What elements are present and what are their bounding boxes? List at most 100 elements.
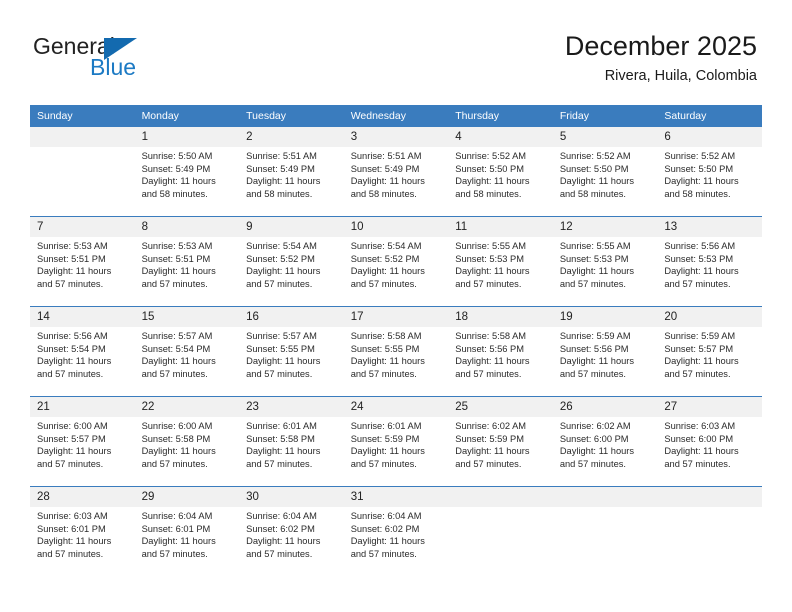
calendar-day-cell[interactable]: 8 Sunrise: 5:53 AM Sunset: 5:51 PM Daylight… xyxy=(134,216,240,307)
sunrise-text: Sunrise: 6:01 AM xyxy=(246,421,317,431)
sunrise-text: Sunrise: 5:54 AM xyxy=(246,241,317,251)
calendar-day-cell[interactable]: 19 Sunrise: 5:59 AM Sunset: 5:56 PM Dayligh… xyxy=(552,306,658,397)
calendar-day-cell[interactable]: 26 Sunrise: 6:02 AM Sunset: 6:00 PM Dayligh… xyxy=(552,396,658,487)
sunrise-text: Sunrise: 6:00 AM xyxy=(37,421,108,431)
daylight-text-cont: and 58 minutes. xyxy=(664,188,731,199)
calendar-day-cell[interactable]: 12 Sunrise: 5:55 AM Sunset: 5:53 PM Dayligh… xyxy=(552,216,658,307)
calendar-day-cell[interactable]: 21 Sunrise: 6:00 AM Sunset: 5:57 PM Dayligh… xyxy=(30,396,135,487)
day-details: Sunrise: 6:04 AM Sunset: 6:01 PM Daylight:… xyxy=(135,507,240,560)
daylight-text: Daylight: 11 hours xyxy=(141,266,216,277)
calendar-day-cell[interactable]: 18 Sunrise: 5:58 AM Sunset: 5:56 PM Dayligh… xyxy=(448,306,553,397)
day-details: Sunrise: 5:58 AM Sunset: 5:56 PM Daylight:… xyxy=(448,327,553,380)
day-number xyxy=(657,487,762,507)
calendar-week-row: 28 Sunrise: 6:03 AM Sunset: 6:01 PM Dayligh… xyxy=(30,486,762,576)
day-details: Sunrise: 6:04 AM Sunset: 6:02 PM Daylight:… xyxy=(344,507,449,560)
sunset-text: Sunset: 6:02 PM xyxy=(246,523,315,534)
calendar-day-cell[interactable]: 27 Sunrise: 6:03 AM Sunset: 6:00 PM Dayligh… xyxy=(657,396,762,487)
sunset-text: Sunset: 5:55 PM xyxy=(246,343,315,354)
sunrise-text: Sunrise: 5:53 AM xyxy=(37,241,108,251)
location-subtitle: Rivera, Huila, Colombia xyxy=(604,68,757,84)
sunrise-text: Sunrise: 6:02 AM xyxy=(559,421,631,431)
calendar-day-cell[interactable]: 20 Sunrise: 5:59 AM Sunset: 5:57 PM Dayligh… xyxy=(657,306,762,397)
day-number: 16 xyxy=(239,307,344,327)
day-details: Sunrise: 6:00 AM Sunset: 5:58 PM Daylight:… xyxy=(135,417,240,470)
daylight-text: Daylight: 11 hours xyxy=(141,356,216,367)
day-details: Sunrise: 6:01 AM Sunset: 5:59 PM Daylight:… xyxy=(344,417,449,470)
day-details: Sunrise: 5:52 AM Sunset: 5:50 PM Daylight:… xyxy=(448,147,553,200)
calendar-day-cell[interactable]: 30 Sunrise: 6:04 AM Sunset: 6:02 PM Dayligh… xyxy=(239,486,344,576)
calendar-day-cell[interactable]: 9 Sunrise: 5:54 AM Sunset: 5:52 PM Daylight… xyxy=(239,216,344,307)
calendar-day-cell[interactable]: 2 Sunrise: 5:51 AM Sunset: 5:49 PM Daylight… xyxy=(239,127,344,217)
daylight-text-cont: and 57 minutes. xyxy=(350,278,417,289)
calendar-grid: Sunday Monday Tuesday Wednesday Thursday… xyxy=(30,105,762,576)
day-details: Sunrise: 6:02 AM Sunset: 5:59 PM Daylight:… xyxy=(448,417,553,470)
calendar-week-row: 21 Sunrise: 6:00 AM Sunset: 5:57 PM Dayligh… xyxy=(30,396,762,487)
day-number: 23 xyxy=(239,397,344,417)
daylight-text: Daylight: 11 hours xyxy=(455,266,530,277)
calendar-day-cell[interactable]: 10 Sunrise: 5:54 AM Sunset: 5:52 PM Dayligh… xyxy=(343,216,449,307)
calendar-day-cell[interactable]: 1 Sunrise: 5:50 AM Sunset: 5:49 PM Daylight… xyxy=(134,127,240,217)
daylight-text-cont: and 58 minutes. xyxy=(141,188,208,199)
weekday-header-friday: Friday xyxy=(552,105,658,127)
daylight-text-cont: and 58 minutes. xyxy=(455,188,522,199)
calendar-day-cell[interactable]: 5 Sunrise: 5:52 AM Sunset: 5:50 PM Daylight… xyxy=(552,127,658,217)
day-details: Sunrise: 5:51 AM Sunset: 5:49 PM Daylight:… xyxy=(344,147,449,200)
sunset-text: Sunset: 5:49 PM xyxy=(350,163,420,174)
daylight-text: Daylight: 11 hours xyxy=(559,446,635,457)
day-details: Sunrise: 6:03 AM Sunset: 6:00 PM Daylight:… xyxy=(657,417,762,470)
calendar-day-cell[interactable]: 3 Sunrise: 5:51 AM Sunset: 5:49 PM Daylight… xyxy=(343,127,449,217)
calendar-day-cell[interactable]: 22 Sunrise: 6:00 AM Sunset: 5:58 PM Dayligh… xyxy=(134,396,240,487)
day-number: 7 xyxy=(30,217,135,237)
page-header: General Blue December 2025 Rivera, Huila… xyxy=(0,0,792,100)
weekday-header-thursday: Thursday xyxy=(448,105,553,127)
day-number: 9 xyxy=(239,217,344,237)
calendar-day-cell[interactable]: 25 Sunrise: 6:02 AM Sunset: 5:59 PM Dayligh… xyxy=(448,396,553,487)
generalblue-logo[interactable]: General Blue xyxy=(33,33,253,83)
sunrise-text: Sunrise: 5:58 AM xyxy=(350,331,422,341)
weekday-header-sunday: Sunday xyxy=(30,105,135,127)
calendar-day-cell[interactable]: 13 Sunrise: 5:56 AM Sunset: 5:53 PM Dayligh… xyxy=(657,216,762,307)
day-number: 15 xyxy=(134,307,240,327)
day-details: Sunrise: 5:52 AM Sunset: 5:50 PM Daylight:… xyxy=(657,147,762,200)
day-details: Sunrise: 5:54 AM Sunset: 5:52 PM Daylight:… xyxy=(239,237,344,290)
sunrise-text: Sunrise: 6:04 AM xyxy=(350,511,422,521)
weekday-header-saturday: Saturday xyxy=(657,105,762,127)
day-number: 4 xyxy=(448,127,553,147)
daylight-text-cont: and 57 minutes. xyxy=(246,458,313,469)
sunrise-text: Sunrise: 5:51 AM xyxy=(350,151,422,161)
calendar-day-cell[interactable]: 31 Sunrise: 6:04 AM Sunset: 6:02 PM Dayligh… xyxy=(343,486,449,576)
calendar-day-cell[interactable]: 11 Sunrise: 5:55 AM Sunset: 5:53 PM Dayligh… xyxy=(448,216,553,307)
weekday-header-row: Sunday Monday Tuesday Wednesday Thursday… xyxy=(30,105,762,127)
calendar-day-cell[interactable]: 7 Sunrise: 5:53 AM Sunset: 5:51 PM Daylight… xyxy=(30,216,135,307)
daylight-text-cont: and 58 minutes. xyxy=(246,188,313,199)
calendar-day-cell[interactable]: 14 Sunrise: 5:56 AM Sunset: 5:54 PM Dayligh… xyxy=(30,306,135,397)
calendar-day-cell[interactable]: 4 Sunrise: 5:52 AM Sunset: 5:50 PM Daylight… xyxy=(448,127,553,217)
daylight-text: Daylight: 11 hours xyxy=(455,446,530,457)
daylight-text-cont: and 57 minutes. xyxy=(455,278,522,289)
calendar-day-cell[interactable]: 23 Sunrise: 6:01 AM Sunset: 5:58 PM Dayligh… xyxy=(239,396,344,487)
calendar-day-cell[interactable]: 15 Sunrise: 5:57 AM Sunset: 5:54 PM Dayligh… xyxy=(134,306,240,397)
calendar-body: 1 Sunrise: 5:50 AM Sunset: 5:49 PM Daylight… xyxy=(30,127,762,576)
daylight-text: Daylight: 11 hours xyxy=(350,356,425,367)
daylight-text-cont: and 58 minutes. xyxy=(350,188,417,199)
day-details: Sunrise: 5:51 AM Sunset: 5:49 PM Daylight:… xyxy=(239,147,344,200)
calendar-day-cell[interactable]: 28 Sunrise: 6:03 AM Sunset: 6:01 PM Dayligh… xyxy=(30,486,135,576)
day-number: 28 xyxy=(30,487,135,507)
sunrise-text: Sunrise: 5:52 AM xyxy=(455,151,527,161)
calendar-day-cell[interactable]: 16 Sunrise: 5:57 AM Sunset: 5:55 PM Dayligh… xyxy=(239,306,344,397)
day-details: Sunrise: 5:59 AM Sunset: 5:57 PM Daylight:… xyxy=(657,327,762,380)
sunset-text: Sunset: 5:51 PM xyxy=(141,253,211,264)
daylight-text: Daylight: 11 hours xyxy=(559,266,635,277)
sunset-text: Sunset: 5:50 PM xyxy=(559,163,629,174)
sunrise-text: Sunrise: 5:57 AM xyxy=(246,331,317,341)
calendar-day-cell[interactable]: 29 Sunrise: 6:04 AM Sunset: 6:01 PM Dayligh… xyxy=(134,486,240,576)
daylight-text-cont: and 57 minutes. xyxy=(664,368,731,379)
daylight-text: Daylight: 11 hours xyxy=(246,176,321,187)
sunrise-text: Sunrise: 5:50 AM xyxy=(141,151,213,161)
calendar-day-cell[interactable]: 17 Sunrise: 5:58 AM Sunset: 5:55 PM Dayligh… xyxy=(343,306,449,397)
calendar-day-cell[interactable]: 24 Sunrise: 6:01 AM Sunset: 5:59 PM Dayligh… xyxy=(343,396,449,487)
daylight-text: Daylight: 11 hours xyxy=(141,176,216,187)
day-number: 20 xyxy=(657,307,762,327)
daylight-text: Daylight: 11 hours xyxy=(350,266,425,277)
calendar-day-cell[interactable]: 6 Sunrise: 5:52 AM Sunset: 5:50 PM Daylight… xyxy=(657,127,762,217)
